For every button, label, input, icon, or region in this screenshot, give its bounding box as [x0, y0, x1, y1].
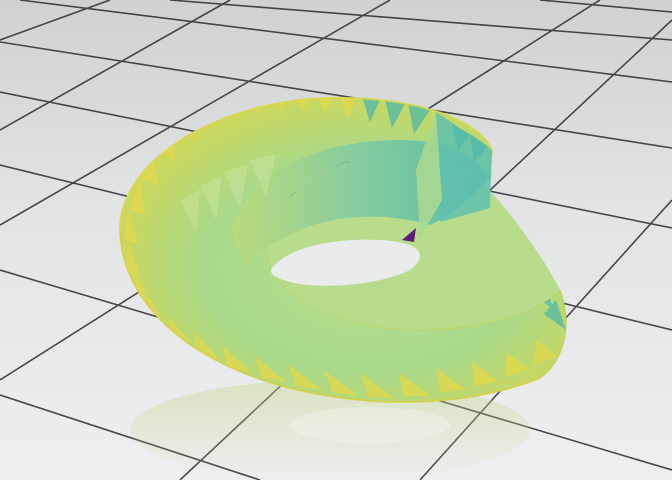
viewport-3d[interactable]: [0, 0, 672, 480]
scene-canvas: [0, 0, 672, 480]
